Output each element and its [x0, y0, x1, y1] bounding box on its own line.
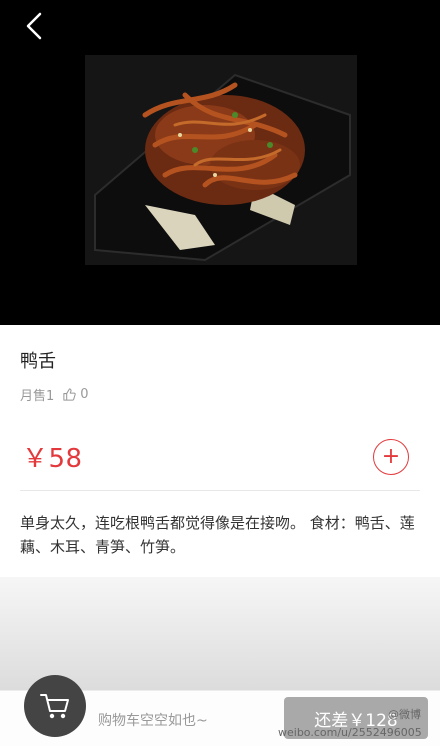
chevron-left-icon: [26, 12, 42, 40]
empty-area: [0, 577, 440, 690]
dish-price: ￥58: [22, 444, 83, 474]
thumbs-up-icon: [63, 388, 76, 401]
cart-empty-text: 购物车空空如也~: [98, 713, 208, 729]
like-count-value: 0: [80, 387, 89, 402]
dish-meta: 月售1 0: [20, 385, 89, 404]
watermark-url: weibo.com/u/2552496005: [278, 726, 422, 739]
divider: [20, 490, 420, 491]
like-count[interactable]: 0: [62, 387, 89, 402]
dish-info-card: 鸭舌 月售1 0 ￥58 + 单身太久，连吃根鸭舌都觉得像是在接吻。 食材：鸭舌…: [0, 325, 440, 577]
dish-hero: [0, 0, 440, 325]
dish-photo: [85, 55, 357, 265]
dish-description: 单身太久，连吃根鸭舌都觉得像是在接吻。 食材：鸭舌、莲藕、木耳、青笋、竹笋。: [20, 514, 415, 556]
back-button[interactable]: [18, 8, 54, 44]
dish-name: 鸭舌: [20, 351, 56, 372]
monthly-sales: 月售1: [20, 389, 55, 404]
add-to-cart-button[interactable]: +: [373, 439, 409, 475]
cart-button[interactable]: [24, 675, 86, 737]
shopping-cart-icon: [40, 694, 69, 719]
watermark-handle: @微博: [388, 708, 421, 721]
